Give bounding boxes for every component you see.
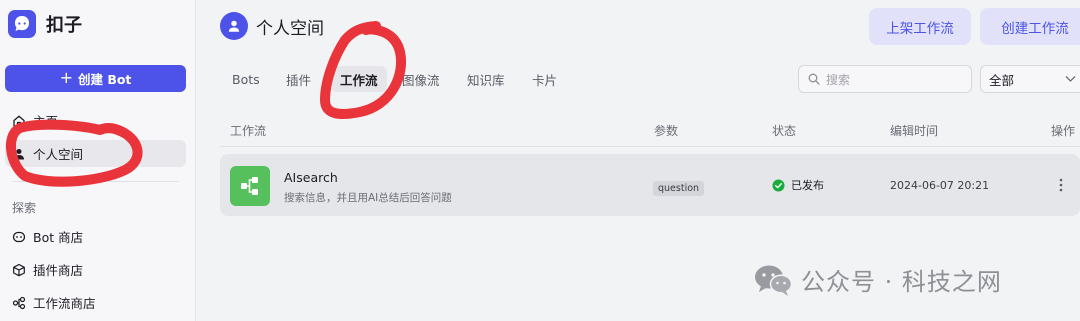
sidebar-item-label: Bot 商店 [33, 230, 84, 245]
search-input[interactable]: 搜索 [798, 65, 972, 93]
sidebar-item-workflow-store[interactable]: 工作流商店 [5, 289, 186, 316]
sidebar: 扣子 + 创建 Bot 主页 个人空间 探索 Bot 商店 插件商店 工作流商店 [0, 0, 196, 321]
workflow-icon [12, 296, 26, 309]
bot-icon [12, 231, 26, 242]
space-avatar-icon [220, 12, 248, 40]
search-placeholder: 搜索 [826, 72, 851, 87]
column-header-status: 状态 [772, 124, 797, 138]
tab-knowledge[interactable]: 知识库 [458, 66, 514, 92]
explore-section-label: 探索 [12, 201, 37, 215]
wechat-icon [755, 265, 793, 296]
table-row[interactable]: AIsearch 搜索信息，并且用AI总结后回答问题 question 已发布 … [220, 154, 1080, 216]
tab-plugins[interactable]: 插件 [277, 66, 320, 92]
brand[interactable]: 扣子 [8, 10, 82, 38]
status-filter-select[interactable]: 全部 [980, 65, 1080, 93]
watermark-text: 公众号 · 科技之网 [801, 268, 1002, 296]
tab-cards[interactable]: 卡片 [523, 66, 566, 92]
check-circle-icon [772, 179, 785, 191]
status-badge: 已发布 [772, 177, 824, 193]
tab-bots[interactable]: Bots [223, 66, 269, 92]
watermark: 公众号 · 科技之网 [753, 262, 1002, 297]
create-bot-button[interactable]: + 创建 Bot [5, 65, 186, 92]
sidebar-item-home[interactable]: 主页 [5, 107, 186, 134]
workflow-description: 搜索信息，并且用AI总结后回答问题 [284, 192, 452, 204]
sidebar-item-label: 个人空间 [33, 147, 84, 162]
home-icon [13, 115, 25, 127]
workflow-name: AIsearch [284, 170, 338, 185]
sidebar-item-label: 工作流商店 [33, 296, 96, 311]
sidebar-item-personal-space[interactable]: 个人空间 [5, 140, 186, 167]
sidebar-item-plugin-store[interactable]: 插件商店 [5, 256, 186, 283]
chevron-down-icon [1065, 76, 1076, 82]
sidebar-item-label: 插件商店 [33, 263, 84, 278]
plus-icon: + [59, 68, 73, 87]
tab-workflow[interactable]: 工作流 [331, 66, 387, 92]
page-title: 个人空间 [256, 19, 324, 39]
create-workflow-button[interactable]: 创建工作流 [980, 8, 1080, 45]
coze-logo-icon [8, 10, 36, 38]
tab-image-flow[interactable]: 图像流 [393, 66, 449, 92]
search-icon [808, 73, 820, 85]
edit-time: 2024-06-07 20:21 [890, 179, 990, 192]
cube-icon [13, 263, 25, 276]
brand-name: 扣子 [46, 15, 82, 36]
column-header-actions: 操作 [1051, 124, 1076, 138]
column-header-params: 参数 [654, 124, 679, 138]
column-header-workflow: 工作流 [230, 124, 267, 138]
status-text: 已发布 [791, 179, 824, 192]
more-options-icon[interactable] [1054, 174, 1068, 196]
workflow-node-icon [230, 166, 270, 206]
param-tag: question [653, 181, 705, 196]
sidebar-divider [12, 181, 179, 182]
person-icon [14, 148, 24, 159]
table-header-divider [220, 146, 1080, 147]
sidebar-item-bot-store[interactable]: Bot 商店 [5, 223, 186, 250]
publish-workflow-button[interactable]: 上架工作流 [869, 8, 971, 45]
sidebar-item-label: 主页 [33, 114, 59, 129]
filter-selected-value: 全部 [989, 72, 1015, 88]
create-bot-label: 创建 Bot [77, 72, 132, 87]
column-header-edit-time: 编辑时间 [890, 124, 939, 138]
